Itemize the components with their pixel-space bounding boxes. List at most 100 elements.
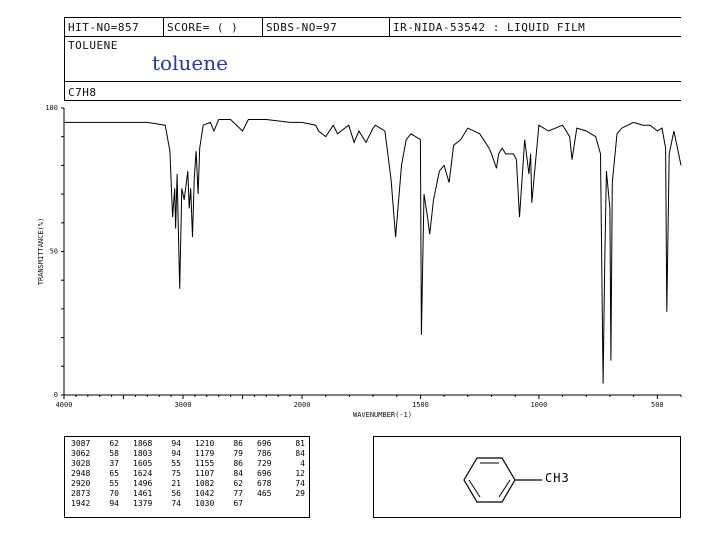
peak-wavenumber: 1179 xyxy=(195,449,215,458)
peak-wavenumber: 678 xyxy=(257,479,272,488)
peak-wavenumber: 1803 xyxy=(133,449,153,458)
peak-row: 696 12 xyxy=(257,469,305,479)
peak-row: 1605 55 xyxy=(133,459,181,469)
peak-row: 1107 84 xyxy=(195,469,243,479)
peak-wavenumber: 1042 xyxy=(195,489,215,498)
peak-row: 3062 58 xyxy=(71,449,119,459)
peak-row: 1042 77 xyxy=(195,489,243,499)
peak-transmittance: 70 xyxy=(109,489,119,498)
peak-row: 1868 94 xyxy=(133,439,181,449)
peak-transmittance: 4 xyxy=(300,459,305,468)
peak-row: 2873 70 xyxy=(71,489,119,499)
peak-row: 1179 79 xyxy=(195,449,243,459)
peak-transmittance: 94 xyxy=(171,449,181,458)
peak-row: 1210 86 xyxy=(195,439,243,449)
peak-transmittance: 86 xyxy=(233,459,243,468)
peak-wavenumber: 696 xyxy=(257,469,272,478)
peak-row: 696 81 xyxy=(257,439,305,449)
peak-row: 1803 94 xyxy=(133,449,181,459)
peak-transmittance: 56 xyxy=(171,489,181,498)
x-tick-label: 1000 xyxy=(530,401,547,409)
peak-wavenumber: 696 xyxy=(257,439,272,448)
peak-wavenumber: 3028 xyxy=(71,459,91,468)
peak-wavenumber: 1461 xyxy=(133,489,153,498)
peak-row: 3087 62 xyxy=(71,439,119,449)
peak-wavenumber: 2920 xyxy=(71,479,91,488)
peak-table: 3087 62 3062 58 3028 37 2948 65 2920 55 2873 70 1942… xyxy=(64,436,310,518)
peak-table-column: 696 81 786 84 729 4 696 12 678 74 465 29 xyxy=(257,439,305,499)
y-tick-label: 50 xyxy=(50,248,58,256)
peak-transmittance: 84 xyxy=(233,469,243,478)
peak-transmittance: 37 xyxy=(109,459,119,468)
peak-wavenumber: 729 xyxy=(257,459,272,468)
peak-transmittance: 58 xyxy=(109,449,119,458)
peak-wavenumber: 1624 xyxy=(133,469,153,478)
x-tick-label: 500 xyxy=(651,401,664,409)
peak-table-column: 1868 94 1803 94 1605 55 1624 75 1496 21 1461 56 1379… xyxy=(133,439,181,509)
y-axis-title: TRANSMITTANCE(%) xyxy=(37,218,45,285)
methyl-label: CH3 xyxy=(545,471,570,485)
peak-table-column: 3087 62 3062 58 3028 37 2948 65 2920 55 2873 70 1942… xyxy=(71,439,119,509)
peak-transmittance: 62 xyxy=(233,479,243,488)
peak-row: 1082 62 xyxy=(195,479,243,489)
peak-table-column: 1210 86 1179 79 1155 86 1107 84 1082 62 1042 77 1030… xyxy=(195,439,243,509)
peak-wavenumber: 1030 xyxy=(195,499,215,508)
peak-wavenumber: 465 xyxy=(257,489,272,498)
peak-row: 2920 55 xyxy=(71,479,119,489)
peak-wavenumber: 1210 xyxy=(195,439,215,448)
peak-transmittance: 12 xyxy=(295,469,305,478)
structure-box xyxy=(373,436,681,518)
peak-wavenumber: 786 xyxy=(257,449,272,458)
peak-transmittance: 65 xyxy=(109,469,119,478)
peak-row: 678 74 xyxy=(257,479,305,489)
peak-transmittance: 86 xyxy=(233,439,243,448)
peak-transmittance: 55 xyxy=(171,459,181,468)
peak-transmittance: 67 xyxy=(233,499,243,508)
x-axis-title: WAVENUMBER(-1) xyxy=(353,411,412,419)
peak-transmittance: 94 xyxy=(171,439,181,448)
peak-transmittance: 77 xyxy=(233,489,243,498)
x-tick-label: 4000 xyxy=(56,401,73,409)
peak-wavenumber: 3087 xyxy=(71,439,91,448)
peak-transmittance: 84 xyxy=(295,449,305,458)
peak-wavenumber: 2948 xyxy=(71,469,91,478)
peak-wavenumber: 1496 xyxy=(133,479,153,488)
peak-transmittance: 74 xyxy=(171,499,181,508)
peak-row: 1155 86 xyxy=(195,459,243,469)
peak-row: 1496 21 xyxy=(133,479,181,489)
peak-transmittance: 79 xyxy=(233,449,243,458)
peak-row: 1030 67 xyxy=(195,499,243,509)
x-tick-label: 3000 xyxy=(175,401,192,409)
peak-transmittance: 29 xyxy=(295,489,305,498)
peak-row: 786 84 xyxy=(257,449,305,459)
peak-row: 1461 56 xyxy=(133,489,181,499)
peak-wavenumber: 1605 xyxy=(133,459,153,468)
peak-wavenumber: 1107 xyxy=(195,469,215,478)
y-tick-label: 100 xyxy=(45,104,58,112)
peak-wavenumber: 1082 xyxy=(195,479,215,488)
peak-wavenumber: 3062 xyxy=(71,449,91,458)
y-tick-label: 0 xyxy=(54,391,58,399)
peak-wavenumber: 2873 xyxy=(71,489,91,498)
peak-row: 3028 37 xyxy=(71,459,119,469)
peak-row: 729 4 xyxy=(257,459,305,469)
peak-row: 465 29 xyxy=(257,489,305,499)
peak-transmittance: 81 xyxy=(295,439,305,448)
peak-wavenumber: 1155 xyxy=(195,459,215,468)
peak-transmittance: 21 xyxy=(171,479,181,488)
peak-transmittance: 55 xyxy=(109,479,119,488)
peak-transmittance: 62 xyxy=(109,439,119,448)
peak-row: 1624 75 xyxy=(133,469,181,479)
peak-transmittance: 94 xyxy=(109,499,119,508)
peak-row: 1942 94 xyxy=(71,499,119,509)
spectrum-line xyxy=(64,119,682,384)
peak-row: 1379 74 xyxy=(133,499,181,509)
x-tick-label: 2000 xyxy=(294,401,311,409)
peak-row: 2948 65 xyxy=(71,469,119,479)
x-tick-label: 1500 xyxy=(412,401,429,409)
peak-wavenumber: 1868 xyxy=(133,439,153,448)
peak-transmittance: 74 xyxy=(295,479,305,488)
peak-wavenumber: 1942 xyxy=(71,499,91,508)
benzene-ring-icon xyxy=(463,457,542,503)
peak-wavenumber: 1379 xyxy=(133,499,153,508)
